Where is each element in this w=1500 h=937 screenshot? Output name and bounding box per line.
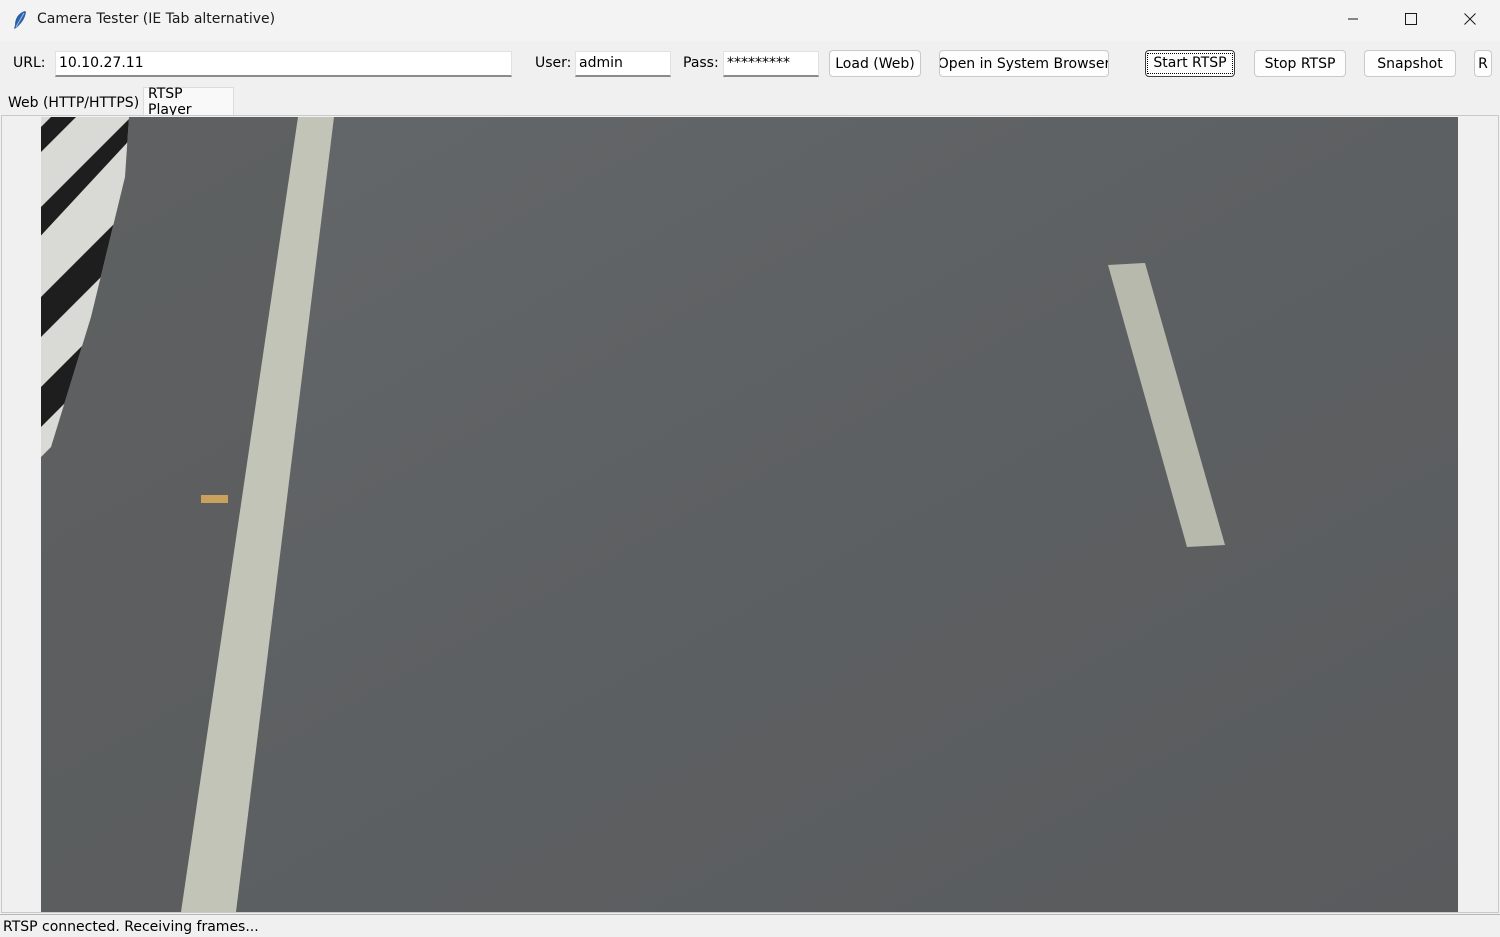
maximize-icon — [1405, 12, 1417, 29]
password-input[interactable]: ********* — [723, 51, 819, 77]
start-rtsp-button[interactable]: Start RTSP — [1145, 50, 1235, 77]
url-input[interactable]: 10.10.27.11 — [55, 51, 512, 77]
app-window: Camera Tester (IE Tab alternative) URL: … — [0, 0, 1500, 937]
close-button[interactable] — [1441, 0, 1499, 41]
url-label: URL: — [13, 55, 46, 71]
user-input[interactable]: admin — [575, 51, 671, 77]
rtsp-player-panel — [1, 115, 1499, 913]
minimize-button[interactable] — [1324, 0, 1382, 41]
tab-rtsp-player[interactable]: RTSP Player — [143, 86, 234, 118]
feather-icon — [12, 10, 28, 30]
open-system-browser-button[interactable]: Open in System Browser — [939, 50, 1109, 77]
status-text: RTSP connected. Receiving frames... — [3, 919, 259, 935]
close-icon — [1464, 12, 1476, 29]
toolbar: URL: 10.10.27.11 User: admin Pass: *****… — [0, 41, 1500, 87]
load-web-button[interactable]: Load (Web) — [829, 50, 921, 77]
title-bar: Camera Tester (IE Tab alternative) — [0, 0, 1500, 41]
pass-label: Pass: — [683, 55, 719, 71]
notebook-tabs: Web (HTTP/HTTPS) RTSP Player — [0, 86, 1500, 118]
status-bar: RTSP connected. Receiving frames... — [0, 914, 1500, 937]
minimize-icon — [1347, 13, 1359, 29]
truncated-button[interactable]: R — [1474, 50, 1492, 77]
stop-rtsp-button[interactable]: Stop RTSP — [1254, 50, 1346, 77]
debris — [201, 495, 228, 503]
tab-web-http[interactable]: Web (HTTP/HTTPS) — [4, 90, 143, 116]
start-rtsp-label: Start RTSP — [1147, 53, 1233, 74]
user-label: User: — [535, 55, 572, 71]
maximize-button[interactable] — [1382, 0, 1440, 41]
window-title: Camera Tester (IE Tab alternative) — [37, 11, 276, 27]
road-camera-image — [41, 117, 1458, 912]
video-frame[interactable] — [41, 117, 1458, 912]
snapshot-button[interactable]: Snapshot — [1364, 50, 1456, 77]
